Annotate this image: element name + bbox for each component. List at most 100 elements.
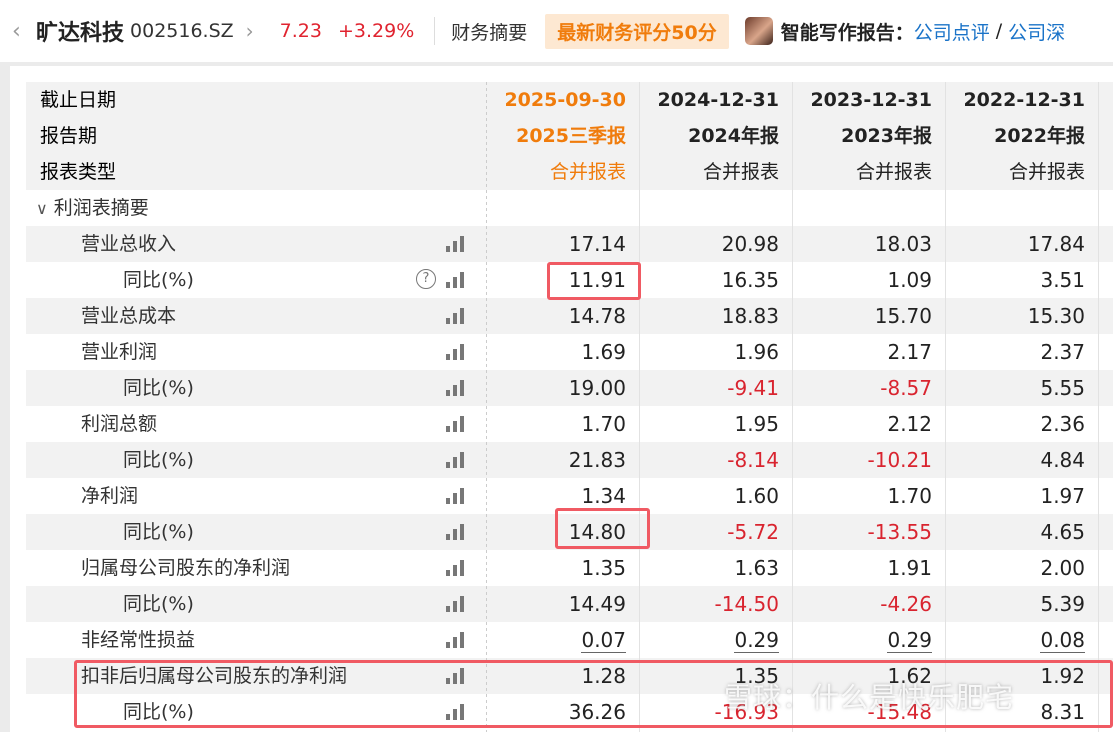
cell-value: -4.26 (880, 592, 932, 616)
cell-value: 4.65 (1040, 520, 1085, 544)
table-cell: 2.12 (792, 406, 932, 442)
table-cell: -10.21 (792, 442, 932, 478)
table-row[interactable]: 营业利润 1.69 1.96 2.17 2.37 (26, 334, 1113, 370)
table-cell: 3.51 (945, 262, 1085, 298)
table-cell[interactable]: 0.07 (486, 622, 626, 658)
bar-chart-icon[interactable] (446, 308, 466, 324)
cell-value: 4.84 (1040, 448, 1085, 472)
score-badge[interactable]: 最新财务评分50分 (545, 13, 729, 49)
cell-value: 0.29 (887, 628, 932, 653)
column-divider (945, 82, 946, 732)
row-label: 同比(%) (123, 269, 194, 291)
row-label: 利润总额 (81, 413, 158, 435)
table-row[interactable]: 利润总额 1.70 1.95 2.12 2.36 (26, 406, 1113, 442)
bar-chart-icon[interactable] (446, 452, 466, 468)
table-cell: 14.49 (486, 586, 626, 622)
watermark: 雪球：什么是快乐肥宅 (724, 681, 1015, 714)
bar-chart-icon[interactable] (446, 596, 466, 612)
cell-value: 15.30 (1027, 304, 1085, 328)
chevron-right-icon[interactable]: › (246, 19, 254, 43)
column-period-0: 2025三季报 (516, 125, 626, 147)
cell-value: 1.69 (581, 340, 626, 364)
section-header[interactable]: ∨ 利润表摘要 (26, 190, 1113, 226)
table-row[interactable]: 归属母公司股东的净利润 1.35 1.63 1.91 2.00 (26, 550, 1113, 586)
cell-value: 5.39 (1040, 592, 1085, 616)
table-cell[interactable]: 0.08 (945, 622, 1085, 658)
cell-value: 17.84 (1027, 232, 1085, 256)
divider (434, 17, 436, 45)
column-type-2: 合并报表 (855, 161, 932, 183)
price-change: +3.29% (337, 20, 415, 42)
cell-value: 16.35 (721, 268, 779, 292)
table-row[interactable]: 非经常性损益 0.07 0.29 0.29 0.08 (26, 622, 1113, 658)
cell-value: 14.49 (568, 592, 626, 616)
chevron-left-icon[interactable]: ‹ (12, 19, 30, 44)
table-cell: 1.63 (639, 550, 779, 586)
avatar (744, 17, 773, 45)
table-cell: 21.83 (486, 442, 626, 478)
bar-chart-icon[interactable] (446, 236, 466, 252)
section-label: 利润表摘要 (53, 197, 149, 219)
table-cell: 18.03 (792, 226, 932, 262)
cell-value: 1.35 (581, 556, 626, 580)
cell-value: 15.70 (874, 304, 932, 328)
row-label: 营业总成本 (81, 305, 177, 327)
financial-summary-tab[interactable]: 财务摘要 (451, 18, 527, 45)
bar-chart-icon[interactable] (446, 632, 466, 648)
table-cell: 5.39 (945, 586, 1085, 622)
table-cell: 15.30 (945, 298, 1085, 334)
table-row[interactable]: 营业总收入 17.14 20.98 18.03 17.84 (26, 226, 1113, 262)
row-label: 净利润 (81, 485, 139, 507)
table-cell[interactable]: 0.29 (639, 622, 779, 658)
table-cell: 2.36 (945, 406, 1085, 442)
table-row[interactable]: 同比(%) 19.00 -9.41 -8.57 5.55 (26, 370, 1113, 406)
bar-chart-icon[interactable] (446, 488, 466, 504)
bar-chart-icon[interactable] (446, 380, 466, 396)
head-label-period: 报告期 (40, 125, 98, 147)
cell-value: -8.57 (880, 376, 932, 400)
column-divider (1098, 82, 1099, 732)
company-review-link[interactable]: 公司点评 (914, 18, 990, 45)
table-cell: 1.09 (792, 262, 932, 298)
cell-value: 2.36 (1040, 412, 1085, 436)
head-label-date: 截止日期 (40, 89, 117, 111)
bar-chart-icon[interactable] (446, 272, 466, 288)
cell-value: 1.34 (581, 484, 626, 508)
cell-value: 5.55 (1040, 376, 1085, 400)
table-cell: 4.84 (945, 442, 1085, 478)
table-cell[interactable]: 0.29 (792, 622, 932, 658)
column-date-1: 2024-12-31 (657, 89, 779, 111)
table-cell: -13.55 (792, 514, 932, 550)
bar-chart-icon[interactable] (446, 524, 466, 540)
table-cell: 1.96 (639, 334, 779, 370)
writer-label: 智能写作报告： (780, 21, 914, 44)
table-row[interactable]: 同比(%) 14.49 -14.50 -4.26 5.39 (26, 586, 1113, 622)
section-title: ∨ 利润表摘要 (36, 190, 149, 226)
column-period-1: 2024年报 (688, 125, 779, 147)
row-label: 同比(%) (123, 593, 194, 615)
cell-value: 19.00 (568, 376, 626, 400)
cell-value: 1.96 (734, 340, 779, 364)
cell-value: 2.37 (1040, 340, 1085, 364)
cell-value: 3.51 (1040, 268, 1085, 292)
table-cell: -9.41 (639, 370, 779, 406)
cell-value: -9.41 (727, 376, 779, 400)
table-row[interactable]: 同比(%) 21.83 -8.14 -10.21 4.84 (26, 442, 1113, 478)
cell-value: 0.08 (1040, 628, 1085, 653)
company-deep-link[interactable]: 公司深 (1008, 18, 1065, 45)
bar-chart-icon[interactable] (446, 416, 466, 432)
bar-chart-icon[interactable] (446, 344, 466, 360)
table-cell: 2.00 (945, 550, 1085, 586)
table-row[interactable]: 营业总成本 14.78 18.83 15.70 15.30 (26, 298, 1113, 334)
cell-value: 2.12 (887, 412, 932, 436)
question-circle-icon[interactable]: ? (416, 269, 436, 289)
table-cell: 1.60 (639, 478, 779, 514)
table-cell: 2.37 (945, 334, 1085, 370)
column-divider (486, 82, 487, 732)
chevron-down-icon[interactable]: ∨ (36, 199, 48, 218)
cell-value: 1.70 (581, 412, 626, 436)
cell-value: 1.91 (887, 556, 932, 580)
bar-chart-icon[interactable] (446, 560, 466, 576)
row-label: 同比(%) (123, 449, 194, 471)
table-cell: 2.17 (792, 334, 932, 370)
